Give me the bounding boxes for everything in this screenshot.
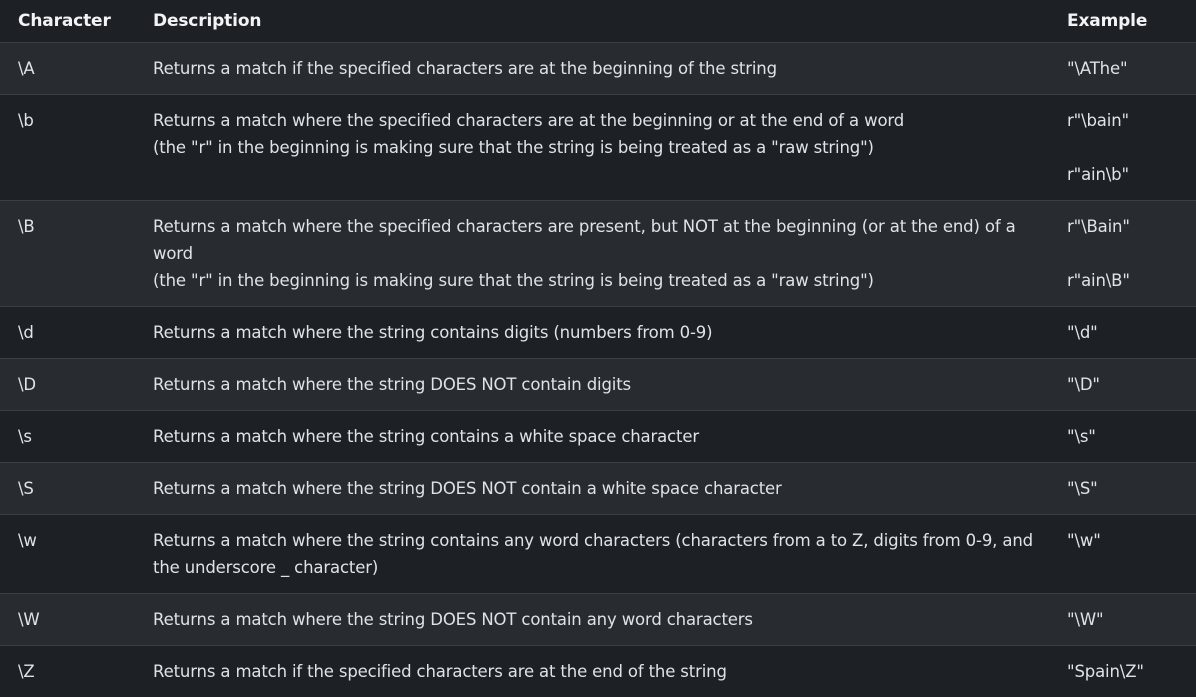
example-value: "\S": [1067, 475, 1196, 502]
header-character: Character: [0, 0, 135, 43]
description-line: Returns a match where the string DOES NO…: [153, 606, 1049, 633]
description-line: Returns a match where the specified char…: [153, 107, 1049, 134]
description-line: Returns a match where the string contain…: [153, 319, 1049, 346]
example-value: "\d": [1067, 319, 1196, 346]
table-body: \A Returns a match if the specified chara…: [0, 43, 1196, 697]
example-value: "\D": [1067, 371, 1196, 398]
example-value: "Spain\Z": [1067, 658, 1196, 685]
character-cell: \b: [0, 95, 135, 201]
header-row: Character Description Example: [0, 0, 1196, 43]
description-line: Returns a match where the string contain…: [153, 527, 1049, 581]
example-value: "\W": [1067, 606, 1196, 633]
example-spacer: [1067, 134, 1196, 161]
character-cell: \B: [0, 201, 135, 307]
table-row: \A Returns a match if the specified chara…: [0, 43, 1196, 95]
description-cell: Returns a match where the string DOES NO…: [135, 463, 1049, 515]
character-cell: \Z: [0, 646, 135, 697]
table-row: \Z Returns a match if the specified chara…: [0, 646, 1196, 697]
description-line: (the "r" in the beginning is making sure…: [153, 134, 1049, 161]
example-value: r"ain\b": [1067, 161, 1196, 188]
table-row: \D Returns a match where the string DOES …: [0, 359, 1196, 411]
header-example: Example: [1049, 0, 1196, 43]
description-cell: Returns a match where the string contain…: [135, 307, 1049, 359]
character-cell: \s: [0, 411, 135, 463]
description-line: Returns a match where the string contain…: [153, 423, 1049, 450]
example-cell: "Spain\Z": [1049, 646, 1196, 697]
example-cell: "\s": [1049, 411, 1196, 463]
example-cell: "\D": [1049, 359, 1196, 411]
description-line: Returns a match where the string DOES NO…: [153, 371, 1049, 398]
description-line: Returns a match if the specified charact…: [153, 658, 1049, 685]
description-line: Returns a match where the specified char…: [153, 213, 1049, 267]
description-cell: Returns a match where the string DOES NO…: [135, 594, 1049, 646]
example-value: r"ain\B": [1067, 267, 1196, 294]
table-row: \B Returns a match where the specified ch…: [0, 201, 1196, 307]
character-cell: \d: [0, 307, 135, 359]
example-cell: "\w": [1049, 515, 1196, 594]
character-cell: \D: [0, 359, 135, 411]
description-line: Returns a match where the string DOES NO…: [153, 475, 1049, 502]
character-cell: \A: [0, 43, 135, 95]
example-value: "\s": [1067, 423, 1196, 450]
table-row: \w Returns a match where the string conta…: [0, 515, 1196, 594]
description-cell: Returns a match where the specified char…: [135, 95, 1049, 201]
example-spacer: [1067, 240, 1196, 267]
description-line: (the "r" in the beginning is making sure…: [153, 267, 1049, 294]
example-cell: "\S": [1049, 463, 1196, 515]
description-cell: Returns a match where the string contain…: [135, 411, 1049, 463]
description-line: Returns a match if the specified charact…: [153, 55, 1049, 82]
example-cell: "\W": [1049, 594, 1196, 646]
example-cell: r"\bain" r"ain\b": [1049, 95, 1196, 201]
description-cell: Returns a match where the specified char…: [135, 201, 1049, 307]
description-cell: Returns a match if the specified charact…: [135, 43, 1049, 95]
example-cell: "\AThe": [1049, 43, 1196, 95]
example-value: "\AThe": [1067, 55, 1196, 82]
table-row: \W Returns a match where the string DOES …: [0, 594, 1196, 646]
description-cell: Returns a match if the specified charact…: [135, 646, 1049, 697]
header-description: Description: [135, 0, 1049, 43]
example-value: r"\bain": [1067, 107, 1196, 134]
example-value: "\w": [1067, 527, 1196, 554]
table-row: \S Returns a match where the string DOES …: [0, 463, 1196, 515]
description-cell: Returns a match where the string DOES NO…: [135, 359, 1049, 411]
description-cell: Returns a match where the string contain…: [135, 515, 1049, 594]
character-cell: \w: [0, 515, 135, 594]
character-cell: \S: [0, 463, 135, 515]
example-cell: r"\Bain" r"ain\B": [1049, 201, 1196, 307]
table-row: \s Returns a match where the string conta…: [0, 411, 1196, 463]
special-sequences-table: Character Description Example \A Returns …: [0, 0, 1196, 697]
example-value: r"\Bain": [1067, 213, 1196, 240]
example-cell: "\d": [1049, 307, 1196, 359]
table-row: \d Returns a match where the string conta…: [0, 307, 1196, 359]
table-row: \b Returns a match where the specified ch…: [0, 95, 1196, 201]
character-cell: \W: [0, 594, 135, 646]
